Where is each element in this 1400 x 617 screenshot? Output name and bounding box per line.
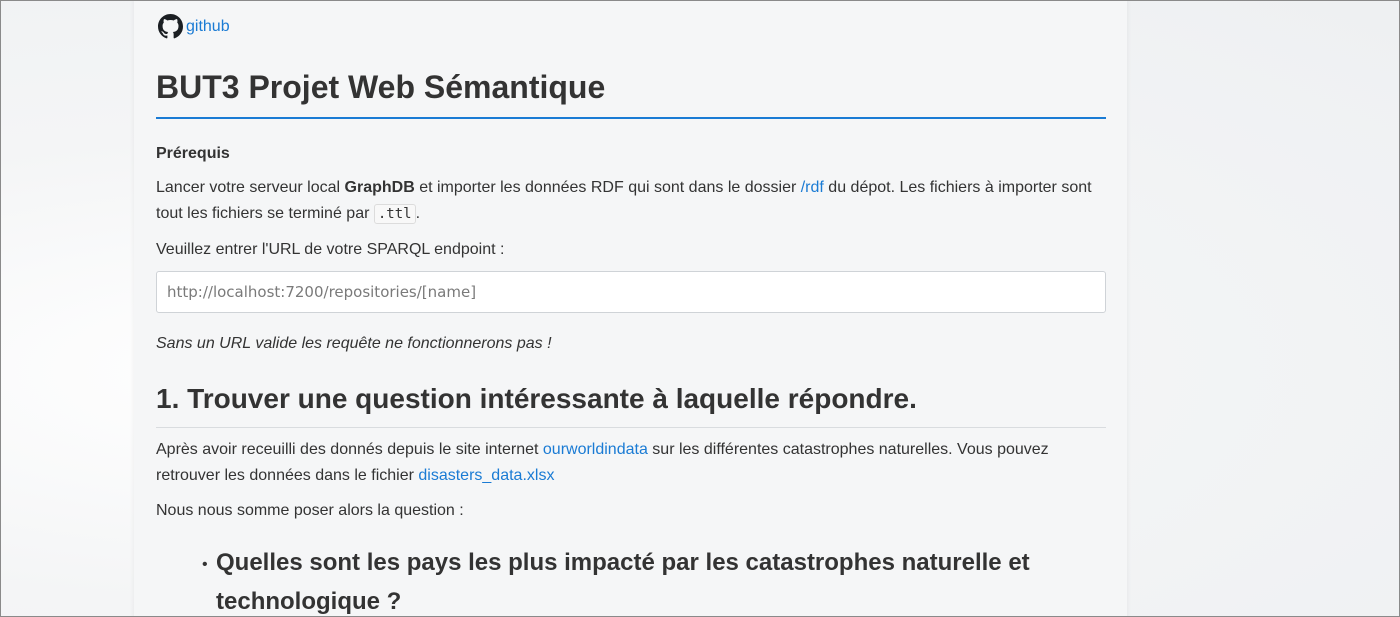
github-link-label: github xyxy=(186,17,230,35)
endpoint-label: Veuillez entrer l'URL de votre SPARQL en… xyxy=(156,241,505,258)
github-icon xyxy=(158,14,183,39)
title-divider xyxy=(156,117,1106,119)
disasters-data-link[interactable]: disasters_data.xlsx xyxy=(418,467,554,484)
ttl-code: .ttl xyxy=(373,204,416,224)
prereq-text-1: Lancer votre serveur local xyxy=(156,179,345,196)
endpoint-input-box xyxy=(156,271,1106,313)
section-1-divider xyxy=(156,427,1106,428)
prereq-heading: Prérequis xyxy=(156,145,230,162)
browser-viewport: github BUT3 Projet Web Sémantique Préreq… xyxy=(0,0,1400,617)
question-text: Quelles sont les pays les plus impacté p… xyxy=(216,549,1030,615)
ourworldindata-link[interactable]: ourworldindata xyxy=(543,441,648,458)
content-card: github BUT3 Projet Web Sémantique Préreq… xyxy=(134,1,1127,616)
rdf-folder-link[interactable]: /rdf xyxy=(801,179,824,196)
prereq-text-2: et importer les données RDF qui sont dan… xyxy=(414,179,801,196)
question-intro: Nous nous somme poser alors la question … xyxy=(156,502,464,519)
page-title: BUT3 Projet Web Sémantique xyxy=(156,69,606,105)
prereq-text-4: . xyxy=(415,205,421,222)
github-link[interactable]: github xyxy=(158,14,230,39)
sparql-endpoint-input[interactable] xyxy=(157,272,1097,312)
section-1-title: 1. Trouver une question intéressante à l… xyxy=(156,383,917,414)
question-list-item: • Quelles sont les pays les plus impacté… xyxy=(202,543,1096,616)
section-1-text-1: Après avoir receuilli des donnés depuis … xyxy=(156,441,543,458)
bullet-dot: • xyxy=(202,556,208,573)
endpoint-warning: Sans un URL valide les requête ne foncti… xyxy=(156,335,552,352)
graphdb-label: GraphDB xyxy=(344,179,415,196)
prereq-paragraph: Lancer votre serveur local GraphDB et im… xyxy=(156,175,1106,227)
section-1-paragraph: Après avoir receuilli des donnés depuis … xyxy=(156,437,1106,489)
